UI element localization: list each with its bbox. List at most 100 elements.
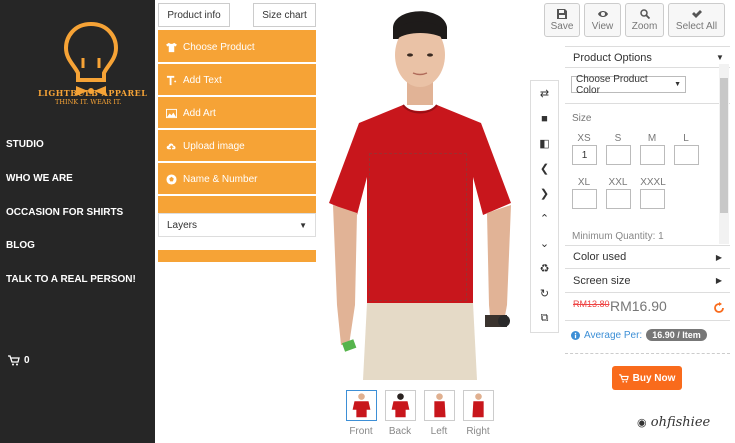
size-label: Size bbox=[572, 113, 592, 124]
canvas-toolbar: ⇄ ■ ◧ ❮ ❯ ⌃ ⌄ ♻ ↻ ⧉ bbox=[530, 80, 559, 333]
caret-down-icon[interactable]: ▼ bbox=[716, 53, 724, 62]
cart-icon bbox=[8, 355, 20, 366]
average-value-badge: 16.90 / Item bbox=[646, 329, 707, 341]
nav-item-blog[interactable]: BLOG bbox=[6, 240, 35, 251]
zoom-icon bbox=[639, 8, 650, 19]
options-scrollbar-thumb[interactable] bbox=[720, 78, 728, 213]
tab-size-chart[interactable]: Size chart bbox=[253, 3, 316, 27]
zoom-button[interactable]: Zoom bbox=[625, 3, 664, 37]
ball-icon bbox=[166, 174, 177, 185]
image-icon bbox=[166, 108, 177, 119]
size-caption-l: L bbox=[683, 133, 689, 144]
chevron-up-icon[interactable]: ⌃ bbox=[531, 206, 558, 231]
qty-input-s[interactable] bbox=[606, 145, 631, 165]
refresh-icon[interactable] bbox=[713, 302, 725, 314]
qty-input-xxxl[interactable] bbox=[640, 189, 665, 209]
color-used-accordion[interactable]: Color used ▶ bbox=[565, 245, 730, 269]
screen-size-accordion[interactable]: Screen size ▶ bbox=[565, 269, 730, 293]
layers-dropdown[interactable]: Layers ▼ bbox=[158, 213, 316, 237]
tools-panel-footer bbox=[158, 250, 316, 262]
menu-label: Choose Product bbox=[183, 42, 255, 53]
menu-name-number[interactable]: Name & Number bbox=[158, 165, 316, 196]
menu-label: Upload image bbox=[183, 141, 245, 152]
eye-icon bbox=[597, 10, 608, 17]
shirt-thumb-icon bbox=[352, 393, 371, 418]
floppy-icon bbox=[557, 8, 567, 19]
print-area[interactable] bbox=[369, 153, 467, 301]
qty-input-m[interactable] bbox=[640, 145, 665, 165]
save-label: Save bbox=[550, 20, 574, 32]
nav-item-occasion[interactable]: OCCASION FOR SHIRTS bbox=[6, 207, 123, 218]
qty-input-xl[interactable] bbox=[572, 189, 597, 209]
current-price: RM16.90 bbox=[610, 298, 667, 314]
tab-product-info[interactable]: Product info bbox=[158, 3, 230, 27]
chevron-right-icon[interactable]: ❯ bbox=[531, 181, 558, 206]
menu-choose-product[interactable]: Choose Product bbox=[158, 33, 316, 64]
view-label-right: Right bbox=[466, 426, 490, 437]
chevron-down-icon[interactable]: ⌄ bbox=[531, 231, 558, 256]
divider bbox=[565, 103, 730, 104]
menu-add-art[interactable]: Add Art bbox=[158, 99, 316, 130]
cart-icon bbox=[618, 373, 629, 383]
align-icon[interactable]: ◧ bbox=[531, 131, 558, 156]
copy-icon[interactable]: ⧉ bbox=[531, 306, 558, 331]
select-all-button[interactable]: Select All bbox=[668, 3, 725, 37]
cloud-upload-icon bbox=[166, 143, 176, 152]
view-thumb-front[interactable] bbox=[346, 390, 377, 421]
tshirt-icon bbox=[166, 42, 177, 53]
view-button[interactable]: View bbox=[584, 3, 621, 37]
cart-count: 0 bbox=[24, 355, 30, 366]
chevron-left-icon[interactable]: ❮ bbox=[531, 156, 558, 181]
product-options-title[interactable]: Product Options bbox=[573, 52, 652, 64]
average-per-item: Average Per: 16.90 / Item bbox=[571, 329, 707, 341]
divider bbox=[565, 353, 730, 354]
divider bbox=[565, 46, 730, 47]
size-caption-xxl: XXL bbox=[608, 177, 628, 188]
sidebar-nav: LIGHTBULB APPAREL THINK IT. WEAR IT. STU… bbox=[0, 0, 155, 443]
watermark-text: ohfishiee bbox=[650, 415, 711, 430]
size-caption-xxxl: XXXL bbox=[640, 177, 666, 188]
menu-add-text[interactable]: Add Text bbox=[158, 66, 316, 97]
qty-input-xxl[interactable] bbox=[606, 189, 631, 209]
trash-icon[interactable]: ♻ bbox=[531, 256, 558, 281]
qty-input-xs[interactable]: 1 bbox=[572, 145, 597, 165]
qty-input-l[interactable] bbox=[674, 145, 699, 165]
menu-upload-image[interactable]: Upload image bbox=[158, 132, 316, 163]
cart-button[interactable]: 0 bbox=[8, 355, 30, 366]
shirt-thumb-icon bbox=[472, 393, 484, 418]
view-thumb-left[interactable] bbox=[424, 390, 455, 421]
buy-now-button[interactable]: Buy Now bbox=[612, 366, 682, 390]
view-thumb-back[interactable] bbox=[385, 390, 416, 421]
view-thumb-right[interactable] bbox=[463, 390, 494, 421]
screen-size-label: Screen size bbox=[573, 274, 631, 287]
refresh-icon[interactable]: ↻ bbox=[531, 281, 558, 306]
brand-tagline: THINK IT. WEAR IT. bbox=[55, 98, 122, 106]
text-icon bbox=[166, 75, 177, 86]
view-label-front: Front bbox=[349, 426, 373, 437]
color-used-label: Color used bbox=[573, 251, 627, 263]
save-button[interactable]: Save bbox=[544, 3, 580, 37]
shirt-thumb-icon bbox=[434, 393, 446, 418]
designer-page: LIGHTBULB APPAREL THINK IT. WEAR IT. STU… bbox=[0, 0, 735, 443]
select-all-label: Select All bbox=[675, 20, 718, 32]
check-icon bbox=[691, 9, 702, 18]
product-color-select[interactable]: Choose Product Color ▼ bbox=[571, 73, 686, 96]
nav-item-who-we-are[interactable]: WHO WE ARE bbox=[6, 173, 73, 184]
zoom-label: Zoom bbox=[631, 20, 658, 32]
minimum-quantity: Minimum Quantity: 1 bbox=[572, 231, 664, 242]
caret-down-icon: ▼ bbox=[299, 220, 307, 230]
swap-icon[interactable]: ⇄ bbox=[531, 81, 558, 106]
brand-name: LIGHTBULB APPAREL bbox=[38, 88, 148, 98]
nav-item-studio[interactable]: STUDIO bbox=[6, 139, 44, 150]
lock-icon[interactable]: ■ bbox=[531, 106, 558, 131]
caret-right-icon: ▶ bbox=[715, 276, 722, 285]
product-color-value: Choose Product Color bbox=[576, 73, 648, 96]
view-label: View bbox=[591, 20, 614, 32]
caret-down-icon: ▼ bbox=[674, 81, 681, 88]
nav-item-talk[interactable]: TALK TO A REAL PERSON! bbox=[6, 274, 136, 285]
layers-label: Layers bbox=[167, 219, 198, 231]
buy-now-label: Buy Now bbox=[632, 372, 676, 384]
menu-label: Add Text bbox=[183, 75, 222, 86]
caret-right-icon: ▶ bbox=[715, 252, 722, 262]
size-caption-xs: XS bbox=[577, 133, 591, 144]
